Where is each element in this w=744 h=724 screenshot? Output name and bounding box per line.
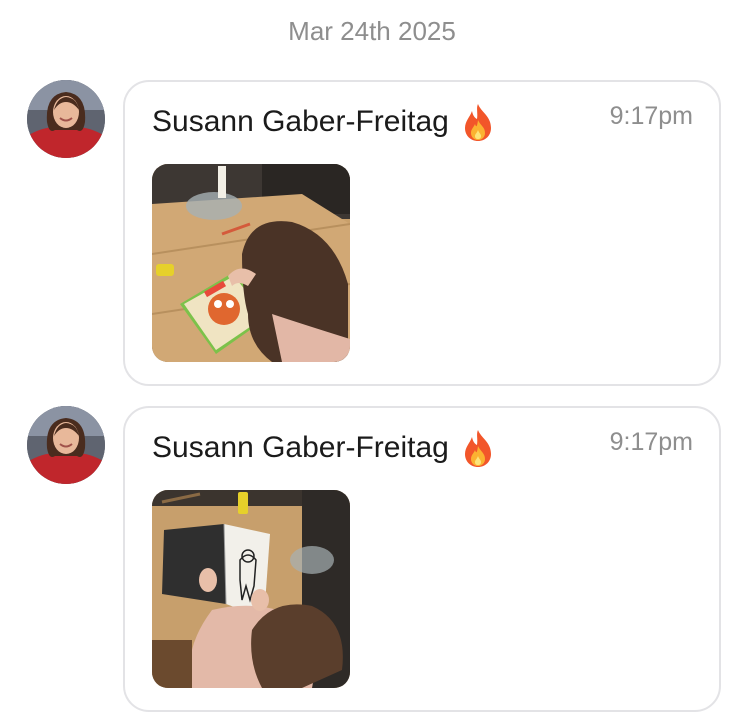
message-card: Susann Gaber-Freitag 9:17pm [123,80,721,386]
sender-avatar[interactable] [27,80,105,158]
photo-attachment[interactable] [152,164,350,362]
message-row: Susann Gaber-Freitag 9:17pm [0,80,744,392]
message-card: Susann Gaber-Freitag 9:17pm [123,406,721,712]
sender-avatar[interactable] [27,406,105,484]
sender-name[interactable]: Susann Gaber-Freitag [152,105,449,139]
sender-name[interactable]: Susann Gaber-Freitag [152,431,449,465]
message-time: 9:17pm [609,428,693,456]
message-row: Susann Gaber-Freitag 9:17pm [0,406,744,718]
message-time: 9:17pm [609,102,693,130]
date-separator: Mar 24th 2025 [288,16,456,46]
fire-icon [461,428,495,468]
photo-attachment[interactable] [152,490,350,688]
fire-icon [461,102,495,142]
